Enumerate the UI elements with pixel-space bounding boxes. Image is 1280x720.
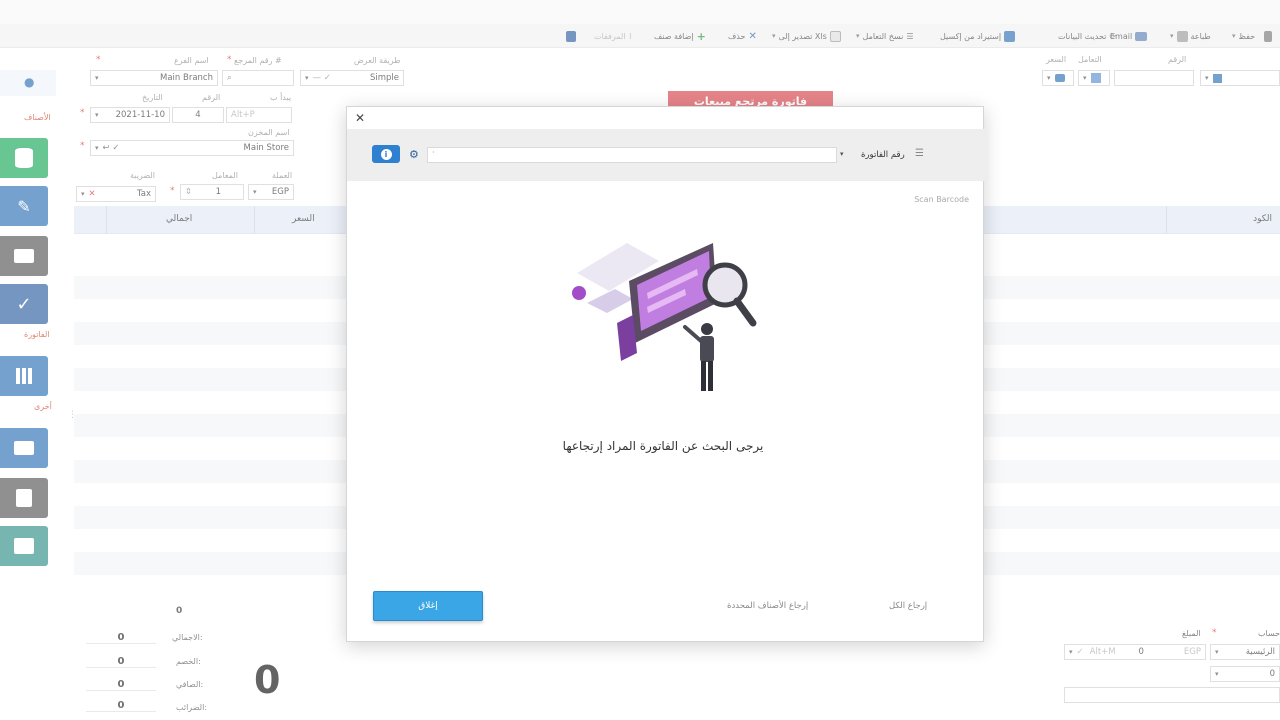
gear-icon[interactable]: ⚙ xyxy=(409,148,419,161)
magnifier-handle xyxy=(733,297,757,327)
person-leg-left xyxy=(701,361,706,391)
person-arm xyxy=(683,325,703,343)
return-selected-link[interactable]: إرجاع الأصناف المحددة xyxy=(727,601,808,611)
search-field-label[interactable]: رقم الفاتورة xyxy=(861,150,905,160)
close-dialog-button[interactable]: إغلاق xyxy=(373,591,483,621)
invoice-search-dialog: ✕ i ⚙ · ▾ رقم الفاتورة ☰ Scan Barcode ير… xyxy=(346,106,985,642)
top-strip xyxy=(0,0,1280,24)
illustration-pin xyxy=(572,286,586,300)
close-icon[interactable]: ✕ xyxy=(355,111,365,125)
info-icon: i xyxy=(380,148,392,160)
list-icon[interactable]: ☰ xyxy=(915,148,924,159)
return-all-link[interactable]: إرجاع الكل xyxy=(889,601,927,611)
person-head xyxy=(701,323,713,335)
invoice-search-input[interactable]: · xyxy=(427,147,837,163)
dialog-message: يرجى البحث عن الفاتورة المراد إرتجاعها xyxy=(562,439,764,453)
dialog-search-bar: i ⚙ · ▾ رقم الفاتورة ☰ xyxy=(347,129,985,181)
info-button[interactable]: i xyxy=(372,145,400,163)
scan-barcode-link[interactable]: Scan Barcode xyxy=(914,195,969,204)
person-leg-right xyxy=(708,361,713,391)
chevron-down-icon[interactable]: ▾ xyxy=(840,150,844,158)
search-illustration xyxy=(572,243,757,391)
illustration-card xyxy=(587,289,633,313)
